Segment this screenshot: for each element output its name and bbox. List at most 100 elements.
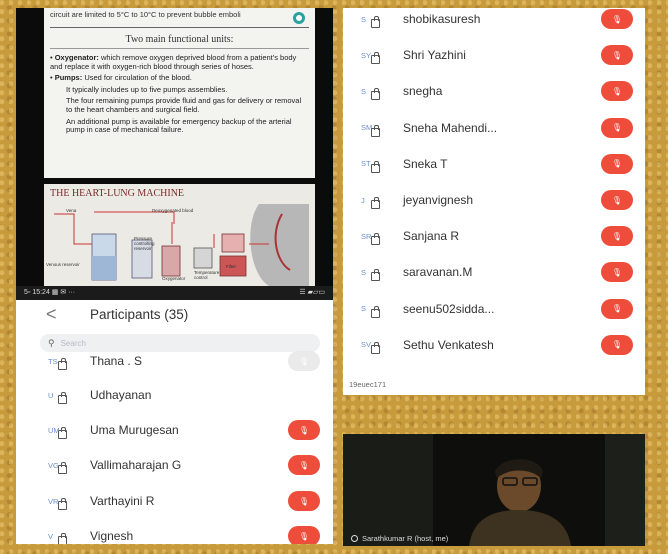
mic-muted-icon (371, 160, 380, 173)
status-right: ☰ ▰▱▭ (299, 289, 325, 296)
mic-icon[interactable]: 🎙 (601, 117, 633, 138)
participant-row[interactable]: Ssnegha 🎙 (343, 74, 645, 108)
video-off-icon (351, 535, 358, 542)
mic-glyph: 🎙 (298, 425, 310, 435)
mic-icon[interactable]: 🎙 (288, 351, 320, 371)
mic-glyph: 🎙 (298, 496, 310, 506)
participant-name: Thana . S (90, 354, 143, 368)
participant-row[interactable]: V Vignesh 🎙 (16, 519, 333, 544)
label-oxygenator: Oxygenator (162, 276, 186, 281)
share-status-icon (293, 12, 305, 24)
mic-muted-icon (371, 197, 380, 209)
host-video-feed (343, 434, 645, 546)
participant-name: saravanan.M (403, 265, 473, 280)
mic-muted-icon (371, 341, 380, 354)
participant-row[interactable]: VG Vallimaharajan G 🎙 (16, 448, 333, 482)
mic-muted-icon (371, 233, 380, 246)
mic-glyph: 🎙 (611, 14, 623, 24)
participant-name: Sethu Venkatesh (403, 337, 494, 352)
mic-icon[interactable]: 🎙 (601, 334, 633, 355)
presentation-slide-view: circuit are limited to 5°C to 10°C to pr… (16, 8, 333, 286)
label-deoxygenated: Deoxygenated blood (152, 208, 194, 213)
participant-name: Varthayini R (90, 494, 155, 508)
participant-name: seenu502sidda... (403, 301, 495, 316)
mic-glyph: 🎙 (611, 231, 623, 241)
participant-name: Udhayanan (90, 388, 152, 402)
mic-icon[interactable]: 🎙 (288, 420, 320, 440)
mic-icon[interactable]: 🎙 (601, 9, 633, 29)
label-pressure-reservoir: Pressure controlling reservoir (134, 236, 155, 251)
mic-muted-icon (58, 498, 67, 510)
participant-row[interactable]: UM Uma Murugesan 🎙 (16, 413, 333, 447)
mic-glyph: 🎙 (611, 50, 623, 60)
mic-icon[interactable]: 🎙 (288, 491, 320, 511)
mic-muted-icon (371, 88, 380, 101)
participant-row[interactable]: SM Sneha Mahendi... 🎙 (343, 111, 645, 145)
participant-row[interactable]: SR Sanjana R 🎙 (343, 219, 645, 253)
mic-icon[interactable]: 🎙 (288, 526, 320, 544)
participant-name: Uma Murugesan (90, 423, 179, 437)
participant-row[interactable]: SV Sethu Venkatesh 🎙 (343, 328, 645, 362)
participant-name: Shri Yazhini (403, 48, 466, 63)
mic-glyph: 🎙 (298, 531, 310, 541)
participant-row[interactable]: TS Thana . S 🎙 (16, 344, 333, 378)
participant-name: Vignesh (90, 529, 134, 543)
participant-row[interactable]: Jjeyanvignesh 🎙 (343, 183, 645, 217)
participant-row[interactable]: VR Varthayini R 🎙 (16, 484, 333, 518)
video-host-name: Sarathkumar R (host, me) (362, 534, 449, 543)
mic-icon[interactable]: 🎙 (601, 262, 633, 283)
mic-muted-icon (371, 52, 380, 65)
mic-muted-icon (58, 358, 67, 370)
mic-muted-icon (371, 305, 380, 318)
heart-lung-diagram: THE HEART-LUNG MACHINE Vena Deoxygenated… (44, 184, 315, 286)
mic-glyph: 🎙 (611, 304, 623, 314)
mic-muted-icon (371, 269, 380, 282)
participant-row[interactable]: Ssaravanan.M 🎙 (343, 255, 645, 289)
pumps-line-4: An additional pump is available for emer… (66, 116, 292, 135)
participant-row[interactable]: Sseenu502sidda... 🎙 (343, 292, 645, 326)
participant-row[interactable]: SY Shri Yazhini 🎙 (343, 38, 645, 72)
back-chevron-icon[interactable]: < (46, 304, 57, 325)
participants-title: Participants (35) (90, 307, 189, 322)
video-name-label: Sarathkumar R (host, me) (351, 534, 448, 543)
participant-name: Sanjana R (403, 229, 460, 244)
slide-text-page: circuit are limited to 5°C to 10°C to pr… (44, 8, 315, 178)
phone-status-bar: 5▫ 15:24 ▦ ✉ ··· ☰ ▰▱▭ (16, 286, 333, 300)
mic-icon[interactable]: 🎙 (601, 153, 633, 174)
heart-lung-machine-illustration (54, 204, 309, 286)
participant-name: snegha (403, 84, 443, 99)
mic-glyph: 🎙 (611, 159, 623, 169)
mic-glyph: 🎙 (611, 86, 623, 96)
label-venous-reservoir: Venous reservoir (46, 262, 80, 267)
mic-muted-icon (58, 462, 67, 474)
mic-icon[interactable]: 🎙 (601, 45, 633, 66)
pumps-line-2: It typically includes up to five pumps a… (66, 84, 228, 94)
mic-icon[interactable]: 🎙 (288, 455, 320, 475)
mic-icon[interactable]: 🎙 (601, 298, 633, 319)
participants-header: < Participants (35) (16, 300, 333, 330)
label-temperature-control: Temperature control (194, 270, 220, 280)
participants-list-continued: Sshobikasuresh 🎙 SY Shri Yazhini 🎙 Ssnegha 🎙 SM… (343, 8, 645, 395)
caption-text: circuit are limited to 5°C to 10°C to pr… (50, 10, 241, 19)
mic-icon[interactable]: 🎙 (601, 81, 633, 102)
participant-name: jeyanvignesh (403, 193, 474, 207)
video-tile[interactable]: Sarathkumar R (host, me) (343, 434, 645, 546)
mic-muted-icon (58, 427, 67, 439)
participants-panel: < Participants (35) ⚲ Search TS Thana . S… (16, 300, 333, 544)
mic-muted-icon (371, 16, 380, 28)
mic-glyph: 🎙 (611, 123, 623, 133)
mic-icon[interactable]: 🎙 (601, 226, 633, 247)
mic-glyph: 🎙 (611, 195, 623, 205)
mic-glyph: 🎙 (298, 356, 310, 366)
mic-muted-icon (58, 392, 67, 404)
slide-heading: Two main functional units: (50, 34, 309, 49)
participant-row[interactable]: U Udhayanan (16, 378, 333, 412)
participant-row[interactable]: Sshobikasuresh 🎙 (343, 8, 645, 36)
participant-name: Sneha Mahendi... (403, 120, 498, 135)
mic-glyph: 🎙 (611, 267, 623, 277)
label-vena: Vena (66, 208, 77, 213)
mic-icon[interactable]: 🎙 (601, 190, 633, 210)
participant-row[interactable]: ST Sneka T 🎙 (343, 147, 645, 181)
participant-name-partial: 19euec171 (349, 380, 387, 389)
slide-caption: circuit are limited to 5°C to 10°C to pr… (50, 8, 309, 28)
